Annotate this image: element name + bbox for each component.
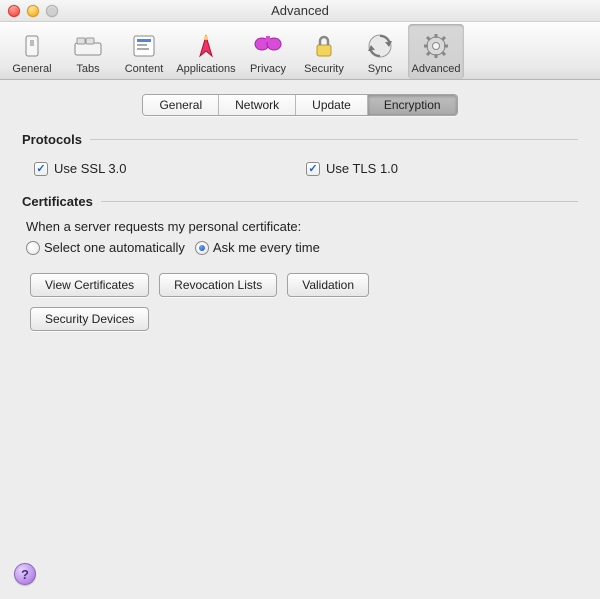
toolbar-item-sync[interactable]: Sync (352, 24, 408, 79)
subtab-update[interactable]: Update (296, 95, 368, 115)
toolbar-item-tabs[interactable]: Tabs (60, 24, 116, 79)
toolbar-label: Security (304, 63, 344, 75)
window-titlebar: Advanced (0, 0, 600, 22)
toolbar-label: Tabs (76, 63, 99, 75)
certificates-header: Certificates (22, 194, 578, 209)
content-icon (128, 30, 160, 62)
toolbar-label: Content (125, 63, 164, 75)
window-title: Advanced (0, 3, 600, 18)
preferences-toolbar: General Tabs Content Applications Privac… (0, 22, 600, 80)
help-button[interactable]: ? (14, 563, 36, 585)
security-devices-button[interactable]: Security Devices (30, 307, 149, 331)
protocols-header: Protocols (22, 132, 578, 147)
toolbar-label: Privacy (250, 63, 286, 75)
use-ssl-label: Use SSL 3.0 (54, 161, 127, 176)
checkbox-icon: ✓ (34, 162, 48, 176)
toolbar-label: Advanced (412, 63, 461, 75)
sync-icon (364, 30, 396, 62)
radio-icon (195, 241, 209, 255)
use-ssl-checkbox[interactable]: ✓ Use SSL 3.0 (34, 161, 306, 176)
divider (101, 201, 578, 202)
revocation-lists-button[interactable]: Revocation Lists (159, 273, 277, 297)
use-tls-checkbox[interactable]: ✓ Use TLS 1.0 (306, 161, 578, 176)
minimize-window-button[interactable] (27, 5, 39, 17)
certificates-prompt: When a server requests my personal certi… (26, 219, 578, 234)
lock-icon (308, 30, 340, 62)
subtab-network[interactable]: Network (219, 95, 296, 115)
toolbar-item-general[interactable]: General (4, 24, 60, 79)
toolbar-item-content[interactable]: Content (116, 24, 172, 79)
certificates-title: Certificates (22, 194, 93, 209)
view-certificates-button[interactable]: View Certificates (30, 273, 149, 297)
close-window-button[interactable] (8, 5, 20, 17)
privacy-icon (252, 30, 284, 62)
protocols-title: Protocols (22, 132, 82, 147)
use-tls-label: Use TLS 1.0 (326, 161, 398, 176)
toolbar-label: Sync (368, 63, 392, 75)
toolbar-item-security[interactable]: Security (296, 24, 352, 79)
toolbar-item-applications[interactable]: Applications (172, 24, 240, 79)
zoom-window-button[interactable] (46, 5, 58, 17)
switch-icon (16, 30, 48, 62)
gear-icon (420, 30, 452, 62)
checkbox-icon: ✓ (306, 162, 320, 176)
toolbar-item-privacy[interactable]: Privacy (240, 24, 296, 79)
subtab-general[interactable]: General (143, 95, 219, 115)
content-area: General Network Update Encryption Protoc… (0, 80, 600, 331)
subtab-bar: General Network Update Encryption (22, 94, 578, 116)
radio-ask-every-time[interactable]: Ask me every time (195, 240, 320, 255)
subtab-encryption[interactable]: Encryption (368, 95, 457, 115)
radio-icon (26, 241, 40, 255)
tabs-icon (72, 30, 104, 62)
radio-auto-label: Select one automatically (44, 240, 185, 255)
help-icon: ? (21, 567, 29, 582)
toolbar-label: Applications (176, 63, 235, 75)
applications-icon (190, 30, 222, 62)
toolbar-label: General (12, 63, 51, 75)
divider (90, 139, 578, 140)
toolbar-item-advanced[interactable]: Advanced (408, 24, 464, 79)
radio-ask-label: Ask me every time (213, 240, 320, 255)
radio-select-automatically[interactable]: Select one automatically (26, 240, 185, 255)
validation-button[interactable]: Validation (287, 273, 369, 297)
